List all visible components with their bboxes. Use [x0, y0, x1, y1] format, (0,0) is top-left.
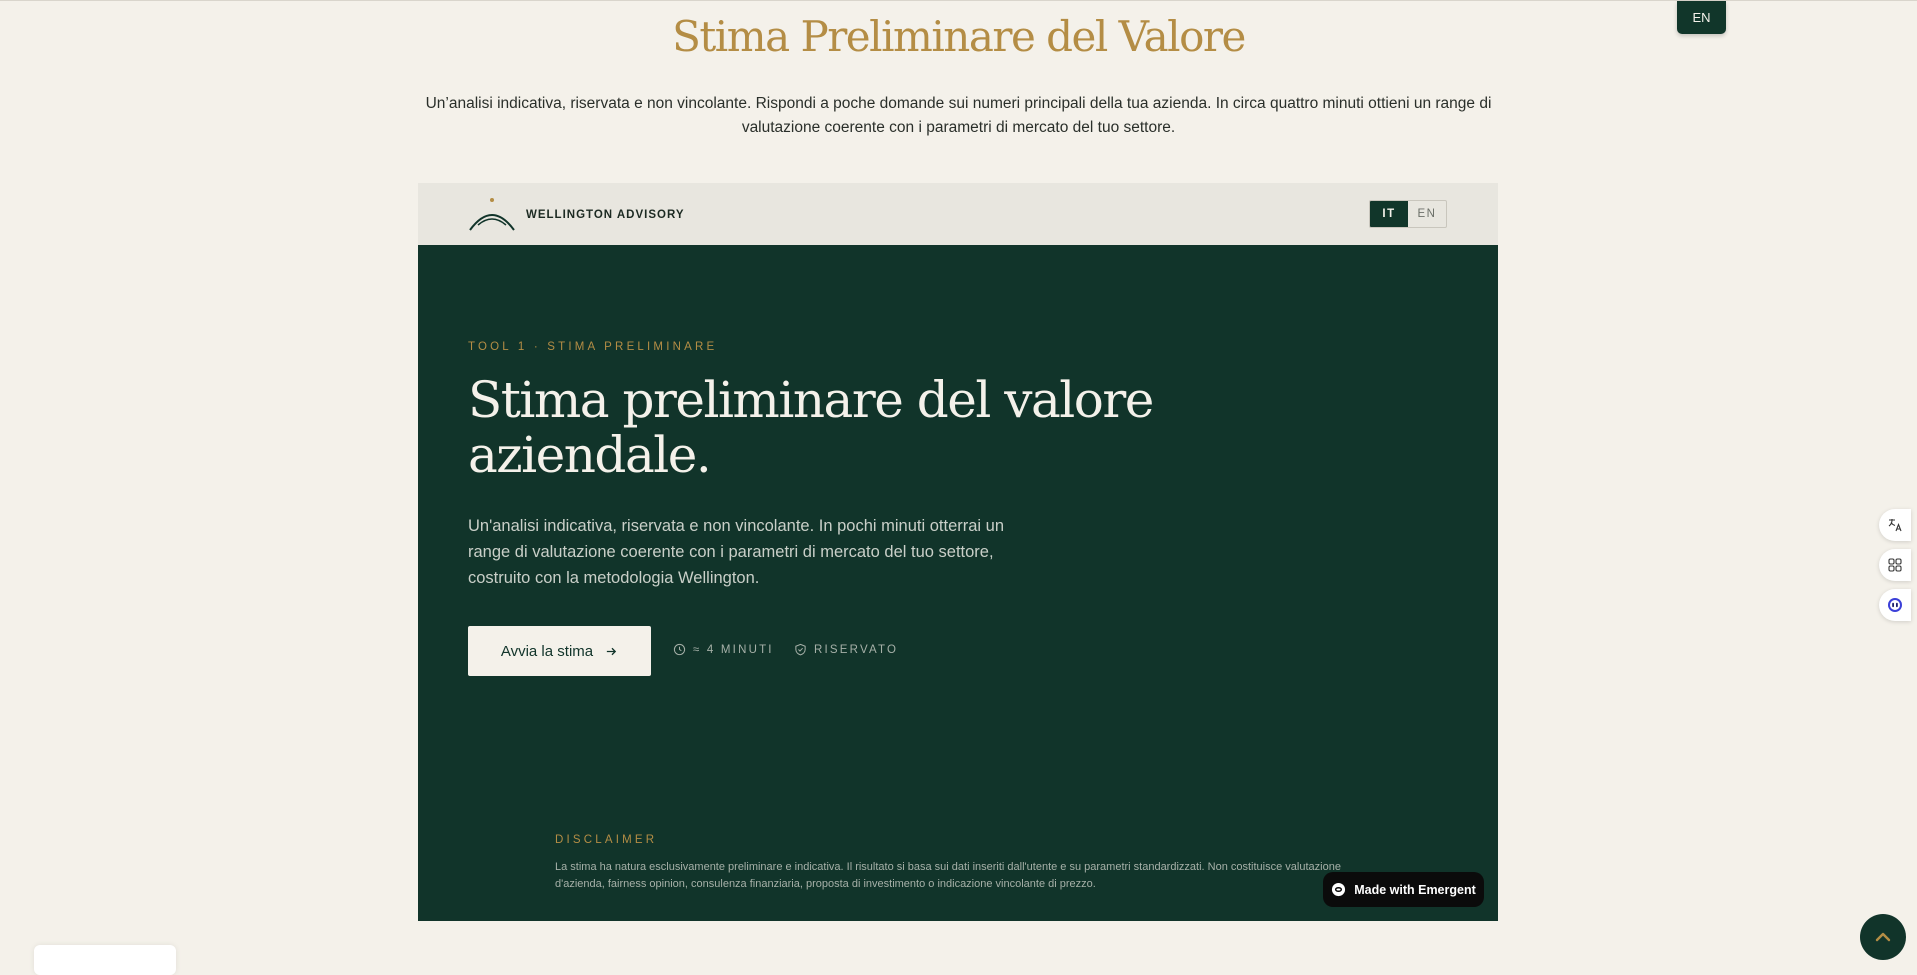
shield-check-icon: [795, 643, 806, 656]
language-option-it[interactable]: IT: [1370, 201, 1408, 227]
emergent-logo-icon: [1332, 882, 1346, 897]
duration-meta: ≈ 4 MINUTI: [673, 643, 774, 656]
wellington-logo-icon: [469, 198, 515, 231]
apps-button[interactable]: [1879, 549, 1911, 581]
start-estimate-label: Avvia la stima: [500, 642, 594, 660]
tool-title: Stima preliminare del valore aziendale.: [468, 373, 1168, 483]
clock-icon: [673, 643, 686, 656]
chevron-up-icon: [1875, 932, 1891, 942]
tool-eyebrow: TOOL 1 · STIMA PRELIMINARE: [468, 341, 718, 353]
tool-title-line-1: Stima preliminare del valore: [468, 371, 1154, 429]
side-toolbar: [1879, 509, 1917, 621]
page-title: Stima Preliminare del Valore: [672, 12, 1246, 61]
translate-button[interactable]: [1879, 509, 1911, 541]
translate-icon: [1888, 519, 1902, 532]
page-subtitle: Un’analisi indicativa, riservata e non v…: [425, 95, 1492, 136]
language-option-en[interactable]: EN: [1408, 201, 1446, 227]
page-top-divider: [0, 0, 1917, 1]
privacy-text: RISERVATO: [814, 643, 899, 656]
embedded-tool-frame: WELLINGTON ADVISORY IT EN TOOL 1 · STIMA…: [418, 183, 1498, 921]
assistant-button[interactable]: [1879, 589, 1911, 621]
arrow-right-icon: [606, 647, 617, 655]
tool-title-line-2: aziendale.: [468, 426, 712, 484]
scroll-to-top-button[interactable]: [1860, 914, 1906, 960]
disclaimer-label: DISCLAIMER: [555, 834, 658, 846]
emergent-badge-label: Made with Emergent: [1354, 882, 1476, 897]
made-with-emergent-badge[interactable]: Made with Emergent: [1323, 872, 1484, 907]
tool-header: WELLINGTON ADVISORY IT EN: [418, 183, 1498, 245]
language-switch: IT EN: [1369, 200, 1447, 228]
brand[interactable]: WELLINGTON ADVISORY: [466, 195, 685, 235]
tool-hero: TOOL 1 · STIMA PRELIMINARE Stima prelimi…: [418, 245, 1498, 921]
start-estimate-button[interactable]: Avvia la stima: [468, 626, 651, 676]
tool-description: Un'analisi indicativa, riservata e non v…: [468, 517, 1005, 587]
duration-text: ≈ 4 MINUTI: [693, 643, 774, 656]
bottom-floating-card[interactable]: [34, 945, 176, 975]
privacy-meta: RISERVATO: [794, 643, 898, 656]
disclaimer-text: La stima ha natura esclusivamente prelim…: [555, 861, 1341, 890]
assistant-icon: [1888, 598, 1902, 612]
brand-name: WELLINGTON ADVISORY: [526, 209, 685, 221]
apps-icon: [1888, 558, 1902, 572]
